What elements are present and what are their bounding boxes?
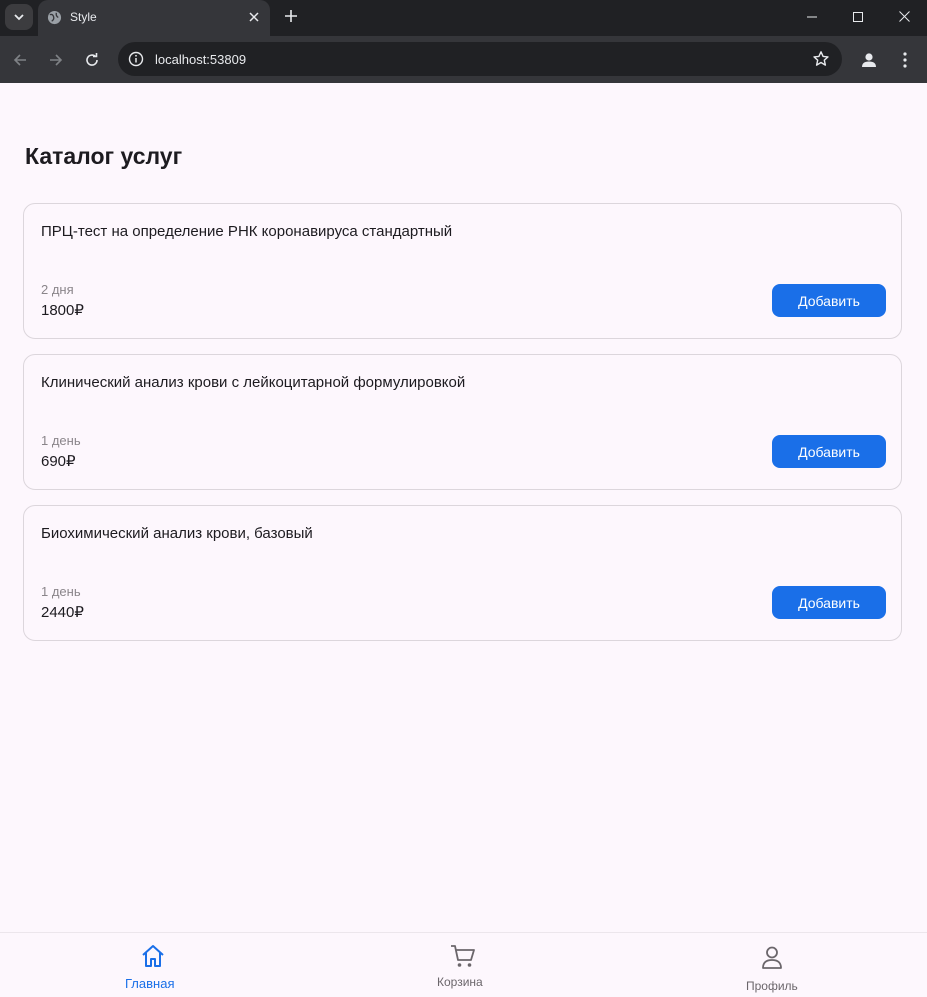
back-button[interactable]: [8, 48, 32, 72]
nav-item-home[interactable]: Главная: [95, 933, 210, 997]
add-to-cart-button[interactable]: Добавить: [772, 435, 886, 468]
service-name: ПРЦ-тест на определение РНК коронавируса…: [41, 223, 453, 240]
service-name: Биохимический анализ крови, базовый: [41, 525, 313, 542]
service-duration: 1 день: [41, 433, 81, 448]
service-duration: 1 день: [41, 584, 81, 599]
person-icon: [762, 946, 782, 969]
chevron-down-icon: [14, 14, 24, 21]
arrow-left-icon: [13, 54, 26, 66]
browser-tab-bar: Style: [0, 0, 927, 36]
service-price: 690₽: [41, 453, 76, 470]
maximize-button[interactable]: [835, 0, 881, 33]
reload-icon: [86, 53, 98, 66]
nav-label: Главная: [125, 976, 175, 991]
nav-item-profile[interactable]: Профиль: [715, 933, 830, 997]
service-price: 1800₽: [41, 302, 84, 319]
add-to-cart-button[interactable]: Добавить: [772, 586, 886, 619]
new-tab-button[interactable]: [280, 5, 302, 27]
bookmark-star-icon[interactable]: [812, 50, 830, 68]
plus-icon: [285, 10, 297, 22]
tab-close-button[interactable]: [244, 7, 264, 27]
service-card: Клинический анализ крови с лейкоцитарной…: [23, 354, 902, 490]
forward-button[interactable]: [44, 48, 68, 72]
maximize-icon: [853, 11, 863, 22]
arrow-right-icon: [50, 54, 63, 66]
bottom-navigation: Главная Корзина Профиль: [0, 932, 927, 997]
page-title: Каталог услуг: [25, 143, 183, 169]
browser-tab[interactable]: Style: [38, 0, 270, 36]
close-icon: [249, 12, 259, 22]
address-bar[interactable]: localhost:53809: [118, 42, 842, 76]
globe-icon: [47, 10, 62, 25]
service-duration: 2 дня: [41, 282, 74, 297]
service-card: Биохимический анализ крови, базовый 1 де…: [23, 505, 902, 641]
browser-menu-button[interactable]: [895, 50, 915, 70]
nav-item-cart[interactable]: Корзина: [405, 933, 520, 997]
info-icon[interactable]: [128, 51, 144, 67]
service-price: 2440₽: [41, 604, 84, 621]
minimize-button[interactable]: [789, 0, 835, 33]
minimize-icon: [807, 16, 817, 17]
nav-label: Корзина: [437, 975, 483, 989]
nav-label: Профиль: [746, 979, 798, 993]
window-close-button[interactable]: [881, 0, 927, 33]
service-name: Клинический анализ крови с лейкоцитарной…: [41, 374, 466, 391]
tab-title: Style: [70, 10, 97, 24]
add-to-cart-button[interactable]: Добавить: [772, 284, 886, 317]
more-vertical-icon: [903, 52, 907, 68]
account-icon: [862, 53, 876, 67]
home-icon: [142, 945, 164, 967]
profile-button[interactable]: [859, 50, 879, 70]
service-card: ПРЦ-тест на определение РНК коронавируса…: [23, 203, 902, 339]
cart-icon: [451, 945, 475, 967]
browser-toolbar: localhost:53809: [0, 36, 927, 83]
close-icon: [898, 11, 910, 22]
url-text[interactable]: localhost:53809: [155, 52, 246, 67]
reload-button[interactable]: [80, 48, 104, 72]
tab-search-button[interactable]: [5, 4, 33, 30]
